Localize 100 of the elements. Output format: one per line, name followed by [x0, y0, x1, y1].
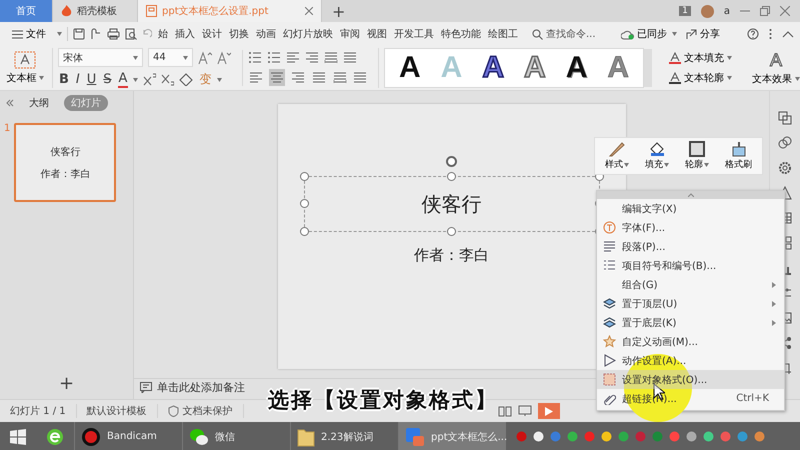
tray-icon[interactable] [754, 431, 765, 442]
file-menu[interactable]: 文件 [6, 26, 52, 42]
caret-icon[interactable] [704, 162, 709, 166]
sync-button[interactable]: 已同步 [621, 27, 667, 41]
caret-icon[interactable] [664, 162, 669, 166]
increase-indent-icon[interactable] [305, 50, 319, 65]
print-preview-icon[interactable] [125, 28, 137, 40]
help-icon[interactable] [747, 28, 759, 40]
resize-handle[interactable] [300, 199, 308, 208]
tray-icon[interactable] [567, 431, 578, 442]
restore-icon[interactable] [760, 6, 770, 16]
collapse-panel-icon[interactable] [6, 99, 14, 107]
menu-tab[interactable]: 始 [157, 25, 169, 43]
font-dropdown[interactable]: 宋体 [58, 48, 143, 67]
slide-thumbnail[interactable]: 侠客行 作者：李白 [14, 123, 116, 202]
text-fill-button[interactable]: 文本填充 [663, 50, 738, 66]
caret-icon[interactable] [38, 76, 44, 80]
toolbar-button[interactable]: 样式 [599, 140, 635, 172]
wordart-style[interactable]: A [566, 53, 588, 83]
decrease-indent-icon[interactable] [286, 50, 300, 65]
taskbar-button[interactable]: ppt文本框怎么... [398, 422, 506, 450]
caret-icon[interactable] [727, 76, 732, 80]
caret-icon[interactable] [57, 32, 62, 36]
tab[interactable]: 稻壳模板 [53, 0, 138, 22]
menu-tab[interactable]: 审阅 [339, 25, 361, 43]
bullet-list-icon[interactable] [248, 50, 262, 65]
menu-tab[interactable]: 视图 [366, 25, 388, 43]
caret-icon[interactable] [133, 78, 138, 82]
presenter-view-icon[interactable] [518, 405, 532, 417]
strikethrough-button[interactable]: S [102, 72, 113, 87]
close-icon[interactable] [780, 6, 790, 16]
font-color-button[interactable]: A [118, 71, 128, 88]
save-icon[interactable] [73, 28, 85, 40]
context-menu-item[interactable]: 段落(P)... [597, 237, 784, 256]
close-icon[interactable] [305, 7, 313, 15]
more-icon[interactable] [769, 28, 772, 40]
play-button[interactable] [538, 403, 560, 419]
menu-tab[interactable]: 特色功能 [440, 25, 482, 43]
menu-tab[interactable]: 动画 [255, 25, 277, 43]
bold-button[interactable]: B [58, 72, 70, 87]
toolbar-button[interactable]: 填充 [639, 140, 675, 172]
caret-icon[interactable] [217, 78, 222, 82]
tray-icon[interactable] [686, 431, 697, 442]
caret-icon[interactable] [795, 76, 800, 80]
font-size-dropdown[interactable]: 44 [148, 48, 193, 67]
context-menu-item[interactable]: 组合(G) [597, 275, 784, 294]
context-menu-item[interactable]: 自定义动画(M)... [597, 332, 784, 351]
caret-icon[interactable] [133, 56, 138, 60]
search-field[interactable]: 查找命令... [532, 28, 612, 40]
wordart-style[interactable]: A [399, 53, 421, 83]
caret-icon[interactable] [727, 56, 732, 60]
taskbar-button[interactable]: Bandicam [74, 422, 182, 450]
italic-button[interactable]: I [74, 72, 81, 87]
subscript-icon[interactable] [161, 73, 174, 86]
menu-tab[interactable]: 设计 [201, 25, 223, 43]
grow-font-icon[interactable] [198, 50, 212, 64]
context-menu-item[interactable]: 字体(F)... [597, 218, 784, 237]
context-menu-item[interactable]: 置于顶层(U) [597, 294, 784, 313]
underline-button[interactable]: U [86, 72, 98, 87]
rotate-handle-icon[interactable] [446, 156, 457, 167]
resize-handle[interactable] [446, 227, 456, 236]
overlap-squares-icon[interactable] [778, 111, 792, 125]
panel-tab[interactable]: 大纲 [22, 95, 56, 111]
caret-icon[interactable] [624, 162, 629, 166]
caret-icon[interactable] [672, 32, 677, 36]
toolbar-button[interactable]: 轮廓 [679, 140, 715, 172]
superscript-icon[interactable] [143, 73, 156, 86]
tray-icon[interactable] [601, 431, 612, 442]
new-tab-button[interactable]: + [322, 0, 356, 22]
resize-handle[interactable] [446, 172, 456, 181]
menu-tab[interactable]: 开发工具 [393, 25, 435, 43]
resize-handle[interactable] [300, 227, 308, 236]
menu-tab[interactable]: 幻灯片放映 [282, 25, 334, 43]
shrink-font-icon[interactable] [217, 50, 231, 64]
gear-icon[interactable] [778, 161, 792, 175]
taskbar-button[interactable]: 微信 [182, 422, 290, 450]
menu-tab[interactable]: 切换 [228, 25, 250, 43]
avatar[interactable] [700, 4, 714, 18]
wordart-style[interactable]: A [482, 53, 504, 83]
columns-icon[interactable] [353, 70, 367, 85]
share-button[interactable]: 分享 [686, 27, 720, 41]
tray-icon[interactable] [533, 431, 544, 442]
tray-icon[interactable] [703, 431, 714, 442]
context-menu-item[interactable]: 置于底层(K) [597, 313, 784, 332]
line-spacing-icon[interactable] [343, 50, 357, 65]
collapse-icon[interactable] [782, 30, 794, 38]
context-menu-item[interactable]: 编辑文字(X) [597, 199, 784, 218]
text-outline-button[interactable]: 文本轮廓 [663, 70, 738, 86]
context-menu-item[interactable]: 项目符号和编号(B)... [597, 256, 784, 275]
gallery-scrollbar[interactable] [644, 49, 652, 87]
numbered-list-icon[interactable] [267, 50, 281, 65]
eraser-icon[interactable] [179, 73, 194, 86]
protection-status[interactable]: 文档未保护 [158, 404, 244, 418]
reading-view-icon[interactable] [498, 405, 512, 417]
menu-tab[interactable]: 绘图工 [487, 25, 519, 43]
textbox-button[interactable]: 文本框 [4, 50, 46, 86]
taskbar-button[interactable]: 2.23解说词 [290, 422, 398, 450]
scroll-up-icon[interactable] [688, 193, 694, 197]
caret-icon[interactable] [183, 56, 188, 60]
overlap-circles-icon[interactable] [778, 136, 792, 150]
